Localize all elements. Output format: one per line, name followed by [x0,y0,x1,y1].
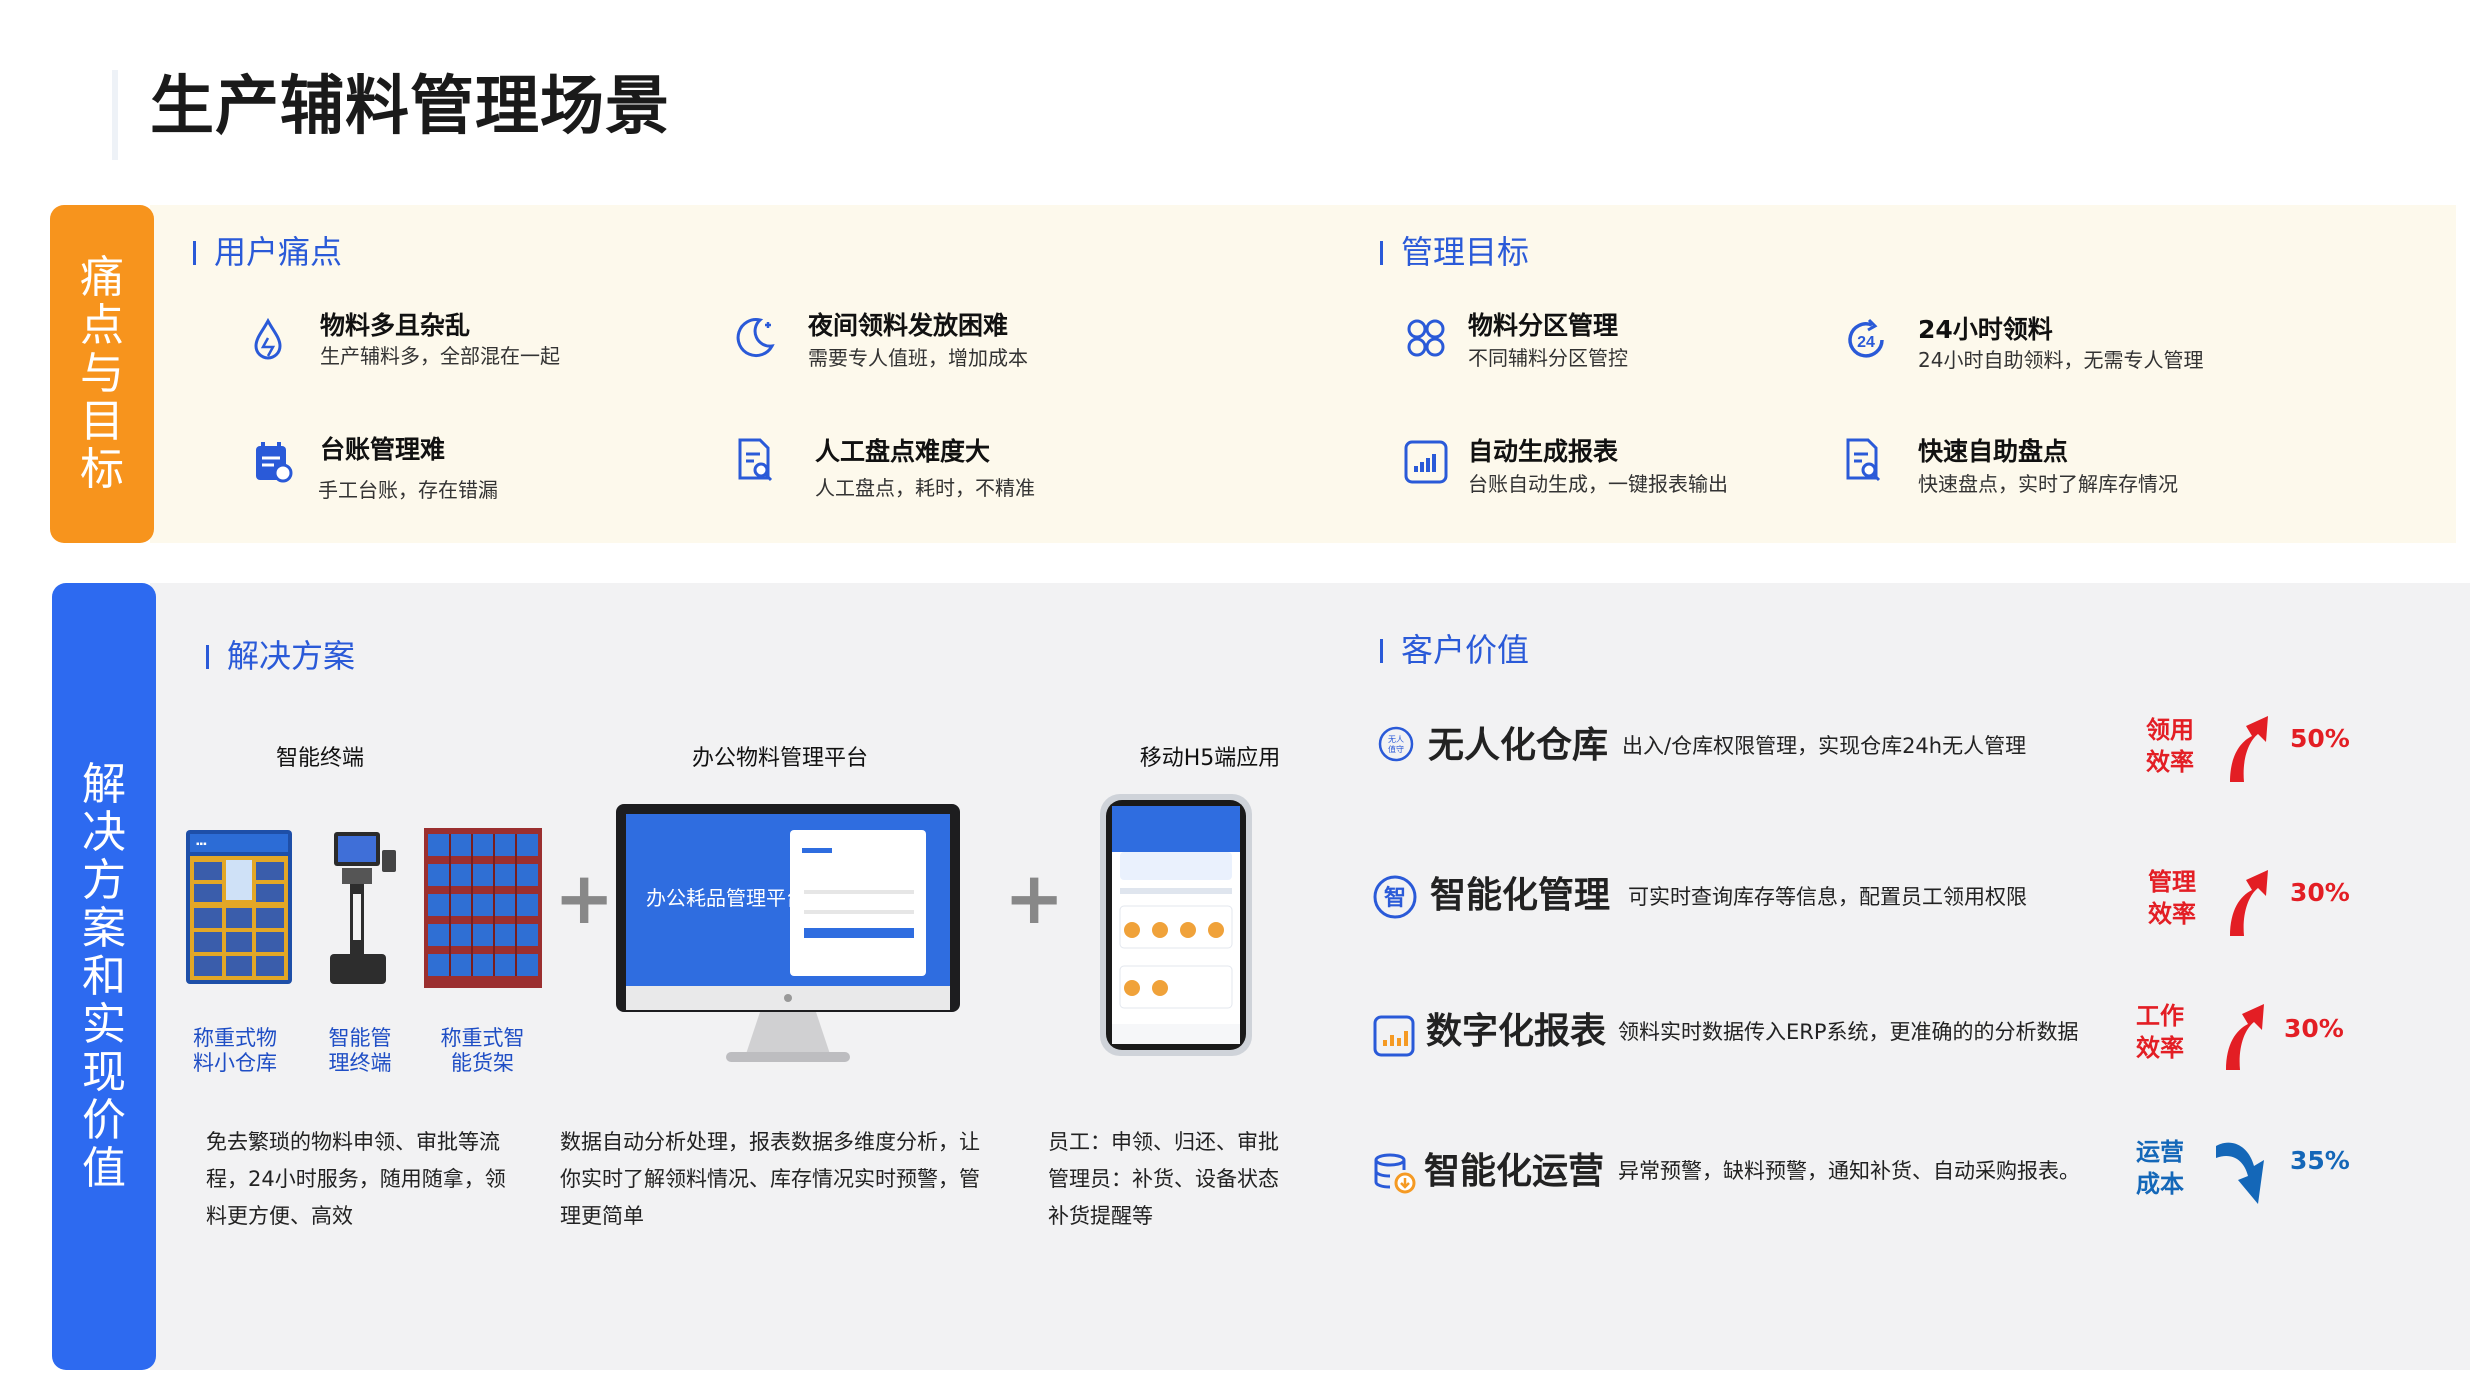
device-caption-1: 称重式物 料小仓库 [193,1026,277,1075]
desktop-monitor-image [614,802,962,1064]
goal-desc-4: 快速盘点，实时了解库存情况 [1918,472,2178,496]
moon-icon [730,314,778,362]
mobile-desc: 员工：申领、归还、审批 管理员：补货、设备状态 补货提醒等 [1048,1130,1279,1228]
chart-icon [1402,438,1450,486]
value-name-2: 智能化管理 [1430,875,1611,916]
pain-title-2: 夜间领料发放困难 [808,311,1009,340]
goal-title-4: 快速自助盘点 [1918,437,2069,466]
plus-sign: + [1004,856,1065,940]
value-metric-1: 领用 效率 [2146,716,2194,776]
svg-text:值守: 值守 [1388,744,1404,754]
value-desc-3: 领料实时数据传入ERP系统，更准确的的分析数据 [1618,1020,2079,1044]
value-name-1: 无人化仓库 [1428,725,1609,766]
trend-up-arrow-icon [2222,866,2272,938]
zones-icon [1402,314,1450,362]
page-title: 生产辅料管理场景 [150,70,670,144]
platform-desc: 数据自动分析处理，报表数据多维度分析，让你实时了解领料情况、库存情况实时预警，管… [560,1130,980,1228]
doc-search-icon [1838,436,1886,484]
terminal-label: 智能终端 [275,746,364,771]
goal-title-1: 物料分区管理 [1468,311,1619,340]
terminal-desc: 免去繁琐的物料申领、审批等流程，24小时服务，随用随拿，领料更方便、高效 [206,1130,506,1228]
pain-desc-4: 人工盘点，耗时，不精准 [815,476,1035,500]
database-icon [1372,1150,1418,1196]
unmanned-icon: 无人 值守 [1378,726,1414,762]
trend-down-arrow-icon [2212,1136,2272,1206]
pain-desc-3: 手工台账，存在错漏 [318,478,498,502]
device-caption-2: 智能管 理终端 [328,1026,392,1075]
smart-terminal-image [320,830,400,990]
svg-text:无人: 无人 [1388,735,1404,744]
value-heading: 客户价值 [1380,630,1529,670]
clock-24-icon: 24 [1842,316,1890,364]
value-metric-2: 管理 效率 [2148,868,2196,928]
value-metric-4: 运营 成本 [2136,1138,2184,1198]
pain-heading: 用户痛点 [193,232,342,272]
value-pct-1: 50% [2290,724,2350,753]
goal-desc-3: 台账自动生成，一键报表输出 [1468,472,1728,496]
side-tag-pain-goal: 痛点与目标 [50,205,154,543]
mobile-label: 移动H5端应用 [1139,746,1281,771]
value-metric-3: 工作 效率 [2136,1002,2184,1062]
value-pct-2: 30% [2290,878,2350,907]
smart-icon: 智 [1372,874,1418,920]
goal-desc-1: 不同辅料分区管控 [1468,346,1628,370]
platform-screen-title: 办公耗品管理平台 [646,886,806,910]
trend-up-arrow-icon [2218,1000,2268,1072]
goal-desc-2: 24小时自助领料，无需专人管理 [1918,348,2204,372]
value-desc-1: 出入/仓库权限管理，实现仓库24h无人管理 [1622,734,2027,758]
value-pct-3: 30% [2284,1014,2344,1043]
weighing-shelf-image [422,826,544,992]
value-name-4: 智能化运营 [1424,1151,1605,1192]
value-desc-4: 异常预警，缺料预警，通知补货、自动采购报表。 [1618,1159,2080,1183]
drop-icon [244,316,292,364]
value-desc-2: 可实时查询库存等信息，配置员工领用权限 [1628,885,2027,909]
pain-desc-1: 生产辅料多，全部混在一起 [320,344,560,368]
weighing-cabinet-image: ▪▪▪ [184,826,294,986]
ledger-icon [248,438,296,486]
svg-text:智: 智 [1384,885,1406,911]
mobile-phone-image [1098,792,1254,1058]
title-accent [112,70,118,160]
side-tag-solution-value: 解决方案和实现价值 [52,583,156,1370]
value-pct-4: 35% [2290,1146,2350,1175]
pain-title-3: 台账管理难 [320,435,446,464]
device-caption-3: 称重式智 能货架 [440,1026,525,1075]
pain-title-1: 物料多且杂乱 [320,311,471,340]
svg-text:24: 24 [1857,334,1875,351]
goal-title-2: 24小时领料 [1918,315,2053,344]
platform-label: 办公物料管理平台 [691,746,868,771]
pain-title-4: 人工盘点难度大 [815,437,991,466]
report-icon [1372,1012,1418,1058]
svg-text:▪▪▪: ▪▪▪ [196,839,207,850]
trend-up-arrow-icon [2222,712,2272,784]
goal-heading: 管理目标 [1380,232,1529,272]
pain-desc-2: 需要专人值班，增加成本 [808,346,1028,370]
doc-search-icon [730,436,778,484]
plus-sign: + [554,856,615,940]
solution-heading: 解决方案 [206,636,355,676]
value-name-3: 数字化报表 [1426,1011,1607,1052]
goal-title-3: 自动生成报表 [1468,437,1619,466]
